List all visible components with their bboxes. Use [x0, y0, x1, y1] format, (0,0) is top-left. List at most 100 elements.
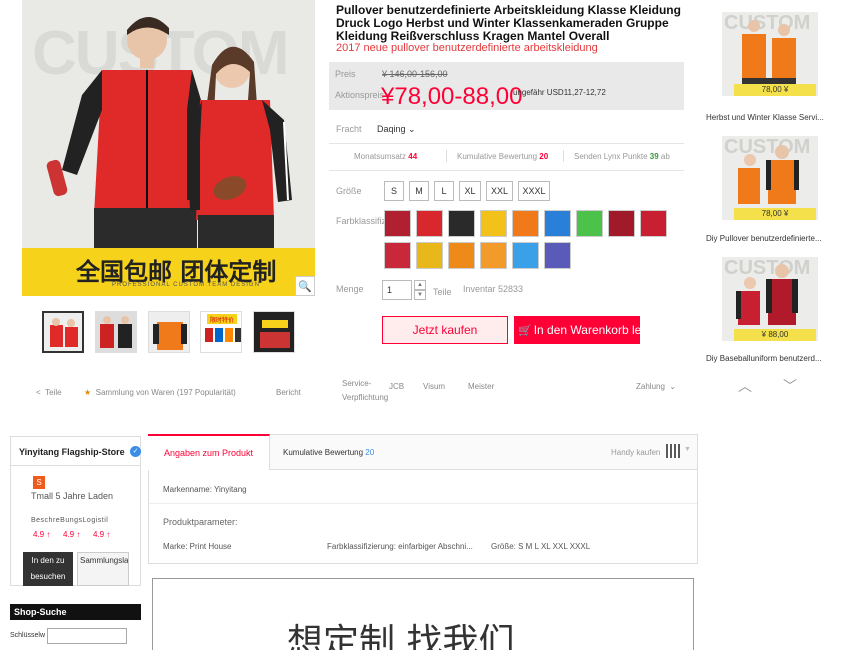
color-swatch[interactable] [512, 242, 539, 269]
share-link[interactable]: < Teile [36, 382, 62, 400]
thumbnail-3[interactable] [148, 311, 190, 353]
share-icon: < [36, 388, 41, 397]
divider [329, 170, 684, 171]
product-title: Pullover benutzerdefinierte Arbeitskleid… [336, 3, 681, 43]
share-label: Teile [45, 388, 62, 397]
color-swatch[interactable] [448, 210, 475, 237]
color-swatch[interactable] [416, 210, 443, 237]
thumbnail-1[interactable] [42, 311, 84, 353]
shipping-location[interactable]: Daqing ⌄ [377, 124, 416, 135]
recommendation-price: 78,00 ¥ [734, 208, 816, 220]
color-swatch[interactable] [544, 210, 571, 237]
rating-logistics: 4.9 ↑ [93, 530, 111, 539]
thumb-badge-text: 限时特价 [210, 316, 234, 324]
main-product-image[interactable]: CUSTOM 全国包邮 团体定制 PROFESSIONAL CUSTOM TEA… [22, 0, 315, 296]
collect-shop-button[interactable]: Sammlungsla [77, 552, 129, 586]
mobile-buy-label: Handy kaufen [611, 448, 661, 457]
size-option-l[interactable]: L [434, 181, 454, 201]
banner-headline: 想定制 找我们 [287, 622, 515, 650]
color-swatch[interactable] [512, 210, 539, 237]
color-swatch[interactable] [384, 210, 411, 237]
add-to-cart-button[interactable]: 🛒In den Warenkorb legen [514, 316, 640, 344]
approx-price: ungefähr USD11,27-12,72 [513, 88, 606, 97]
promo-price-label: Aktionspreis [335, 90, 385, 100]
keyword-input[interactable] [47, 628, 127, 644]
qr-code-icon[interactable] [666, 444, 680, 458]
size-option-xl[interactable]: XL [459, 181, 481, 201]
size-option-xxxl[interactable]: XXXL [518, 181, 550, 201]
promo-price: ¥78,00-88,00 [381, 83, 523, 110]
add-to-cart-label: In den Warenkorb legen [533, 323, 640, 337]
cart-icon: 🛒 [518, 324, 532, 337]
size-option-xxl[interactable]: XXL [486, 181, 513, 201]
star-icon: ★ [84, 388, 92, 397]
cumulative-reviews[interactable]: Kumulative Bewertung 20 [457, 152, 548, 161]
quantity-decrease[interactable]: ▼ [414, 290, 426, 300]
color-swatch[interactable] [576, 210, 603, 237]
recommendation-caption[interactable]: Diy Baseballuniform benutzerd... [706, 354, 830, 363]
color-swatch[interactable] [480, 210, 507, 237]
thumbnail-5[interactable] [253, 311, 295, 353]
shop-search-title: Shop-Suche [10, 604, 141, 620]
keyword-label: Schlüsselw [10, 632, 46, 639]
recommendation-image-2[interactable]: CUSTOM 78,00 ¥ [722, 136, 818, 220]
rating-labels: BeschreBungsLogistil [31, 517, 109, 524]
color-swatch[interactable] [480, 242, 507, 269]
zoom-icon[interactable]: 🔍 [295, 276, 315, 296]
brand-name: Markenname: Yinyitang [163, 485, 247, 494]
custom-order-banner: 想定制 找我们 [152, 578, 694, 650]
param-size: Größe: S M L XL XXL XXXL [491, 542, 591, 551]
shop-badge: S [33, 476, 45, 489]
product-parameters: Markenname: Yinyitang Produktparameter: … [148, 470, 698, 564]
tab-reviews-label: Kumulative Bewertung [283, 448, 364, 457]
divider [563, 150, 564, 162]
chevron-down-icon[interactable]: ﹀ [783, 376, 797, 396]
old-price: ¥ 146,00-156,00 [382, 69, 448, 79]
report-link[interactable]: Bericht [276, 382, 301, 400]
payment-dropdown[interactable]: Zahlung ⌄ [636, 376, 676, 394]
recommendation-price: ¥ 88,00 [734, 329, 816, 341]
size-option-s[interactable]: S [384, 181, 404, 201]
service-jcb: JCB [389, 382, 405, 391]
models-illustration [46, 16, 292, 250]
recommendation-caption[interactable]: Diy Pullover benutzerdefinierte... [706, 234, 830, 243]
recommendation-caption[interactable]: Herbst und Winter Klasse Servi... [706, 113, 830, 122]
recommendation-image-3[interactable]: CUSTOM ¥ 88,00 [722, 257, 818, 341]
recommendation-price: 78,00 ¥ [734, 84, 816, 96]
shop-name[interactable]: Yinyitang Flagship-Store [19, 447, 125, 457]
chevron-up-icon[interactable]: ︿ [738, 376, 752, 396]
collect-link[interactable]: ★ Sammlung von Waren (197 Popularität) [84, 382, 236, 400]
color-swatch[interactable] [544, 242, 571, 269]
monthly-sales: Monatsumsatz 44 [354, 152, 418, 161]
collect-label: Sammlung von Waren (197 Popularität) [95, 388, 236, 397]
product-subtitle: 2017 neue pullover benutzerdefinierte ar… [336, 42, 598, 54]
size-label: Größe [336, 186, 362, 196]
shop-search-panel: Shop-Suche Schlüsselw [10, 604, 141, 650]
stock-count: Inventar 52833 [463, 284, 524, 294]
buy-now-button[interactable]: Jetzt kaufen [382, 316, 508, 344]
color-swatch[interactable] [640, 210, 667, 237]
tab-reviews[interactable]: Kumulative Bewertung 20 [283, 448, 374, 457]
quantity-unit: Teile [433, 287, 452, 297]
quantity-increase[interactable]: ▲ [414, 280, 426, 290]
shipping-label: Fracht [336, 124, 362, 134]
rating-description: 4.9 ↑ [33, 530, 51, 539]
params-heading: Produktparameter: [163, 517, 238, 527]
size-option-m[interactable]: M [409, 181, 429, 201]
thumbnail-2[interactable] [95, 311, 137, 353]
chevron-down-icon: ▼ [684, 446, 691, 453]
enter-shop-button[interactable]: In den zu besuchen [23, 552, 73, 586]
recommendation-image-1[interactable]: CUSTOM 78,00 ¥ [722, 12, 818, 96]
mobile-buy-link[interactable]: Handy kaufen [611, 448, 660, 457]
price-box: Preis ¥ 146,00-156,00 Aktionspreis ¥78,0… [329, 62, 684, 110]
thumbnail-4[interactable]: 限时特价 [200, 311, 242, 353]
color-swatch[interactable] [384, 242, 411, 269]
payment-label: Zahlung [636, 382, 665, 391]
tab-product-details[interactable]: Angaben zum Produkt [148, 434, 270, 470]
color-swatch[interactable] [608, 210, 635, 237]
rating-service: 4.9 ↑ [63, 530, 81, 539]
quantity-input[interactable]: 1 [382, 280, 412, 300]
price-label: Preis [335, 69, 356, 79]
color-swatch[interactable] [448, 242, 475, 269]
color-swatch[interactable] [416, 242, 443, 269]
